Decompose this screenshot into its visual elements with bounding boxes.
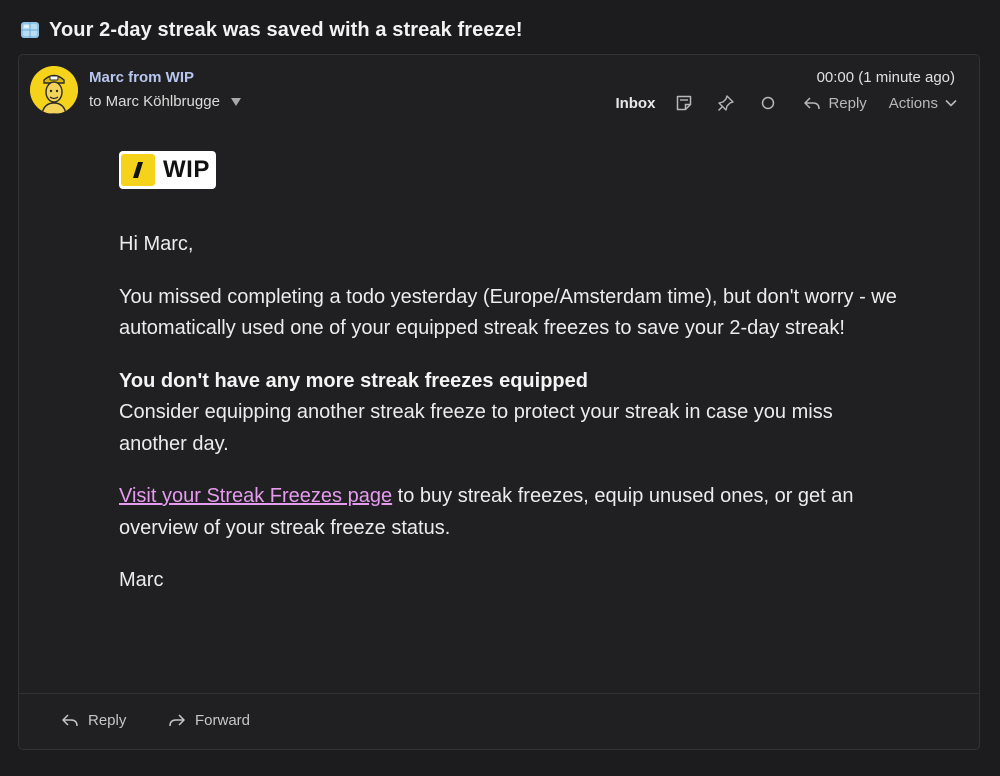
signoff: Marc bbox=[119, 569, 164, 591]
email-card: Marc from WIP to Marc Köhlbrugge 00:00 (… bbox=[18, 54, 980, 750]
paragraph-no-freezes: You don't have any more streak freezes e… bbox=[119, 366, 899, 461]
timestamp: 00:00 (1 minute ago) bbox=[816, 69, 955, 86]
actions-label: Actions bbox=[888, 94, 938, 112]
footer-reply-label: Reply bbox=[88, 711, 127, 729]
reply-label: Reply bbox=[828, 94, 867, 112]
footer-reply-button[interactable]: Reply bbox=[61, 711, 126, 729]
logo-mark bbox=[121, 154, 155, 186]
greeting: Hi Marc, bbox=[119, 233, 194, 255]
recipient-text: to Marc Köhlbrugge bbox=[89, 93, 220, 110]
reply-button[interactable]: Reply bbox=[803, 94, 867, 112]
chevron-down-icon bbox=[945, 99, 957, 107]
avatar-illustration bbox=[30, 66, 78, 114]
forward-label: Forward bbox=[195, 711, 251, 729]
folder-label[interactable]: Inbox bbox=[615, 95, 655, 112]
wip-logo: WIP bbox=[119, 151, 216, 189]
sender-avatar[interactable] bbox=[30, 66, 78, 114]
chevron-down-icon[interactable] bbox=[230, 97, 242, 107]
streak-freezes-link[interactable]: Visit your Streak Freezes page bbox=[119, 485, 392, 507]
paragraph-missed-todo: You missed completing a todo yesterday (… bbox=[119, 285, 897, 340]
message-toolbar: Inbox Reply Actions bbox=[615, 91, 957, 115]
actions-menu-button[interactable]: Actions bbox=[889, 95, 957, 112]
logo-text: WIP bbox=[163, 156, 210, 183]
consider-equipping-text: Consider equipping another streak freeze… bbox=[119, 401, 833, 455]
pin-icon[interactable] bbox=[717, 94, 735, 112]
ice-cube-icon bbox=[21, 22, 39, 38]
email-body: WIP Hi Marc, You missed completing a tod… bbox=[119, 151, 899, 597]
sender-name[interactable]: Marc from WIP bbox=[89, 69, 194, 86]
paragraph-visit-page: Visit your Streak Freezes page to buy st… bbox=[119, 481, 899, 544]
recipient-row: to Marc Köhlbrugge bbox=[89, 93, 242, 110]
email-subject: Your 2-day streak was saved with a strea… bbox=[49, 18, 523, 41]
forward-icon bbox=[169, 714, 185, 727]
footer-divider bbox=[19, 693, 979, 694]
forward-button[interactable]: Forward bbox=[168, 711, 250, 729]
reply-icon bbox=[62, 714, 78, 727]
note-icon[interactable] bbox=[675, 94, 693, 112]
no-freezes-heading: You don't have any more streak freezes e… bbox=[119, 369, 588, 392]
reply-icon bbox=[804, 97, 821, 110]
unread-circle-icon[interactable] bbox=[759, 94, 777, 112]
subject-bar: Your 2-day streak was saved with a strea… bbox=[20, 14, 523, 46]
